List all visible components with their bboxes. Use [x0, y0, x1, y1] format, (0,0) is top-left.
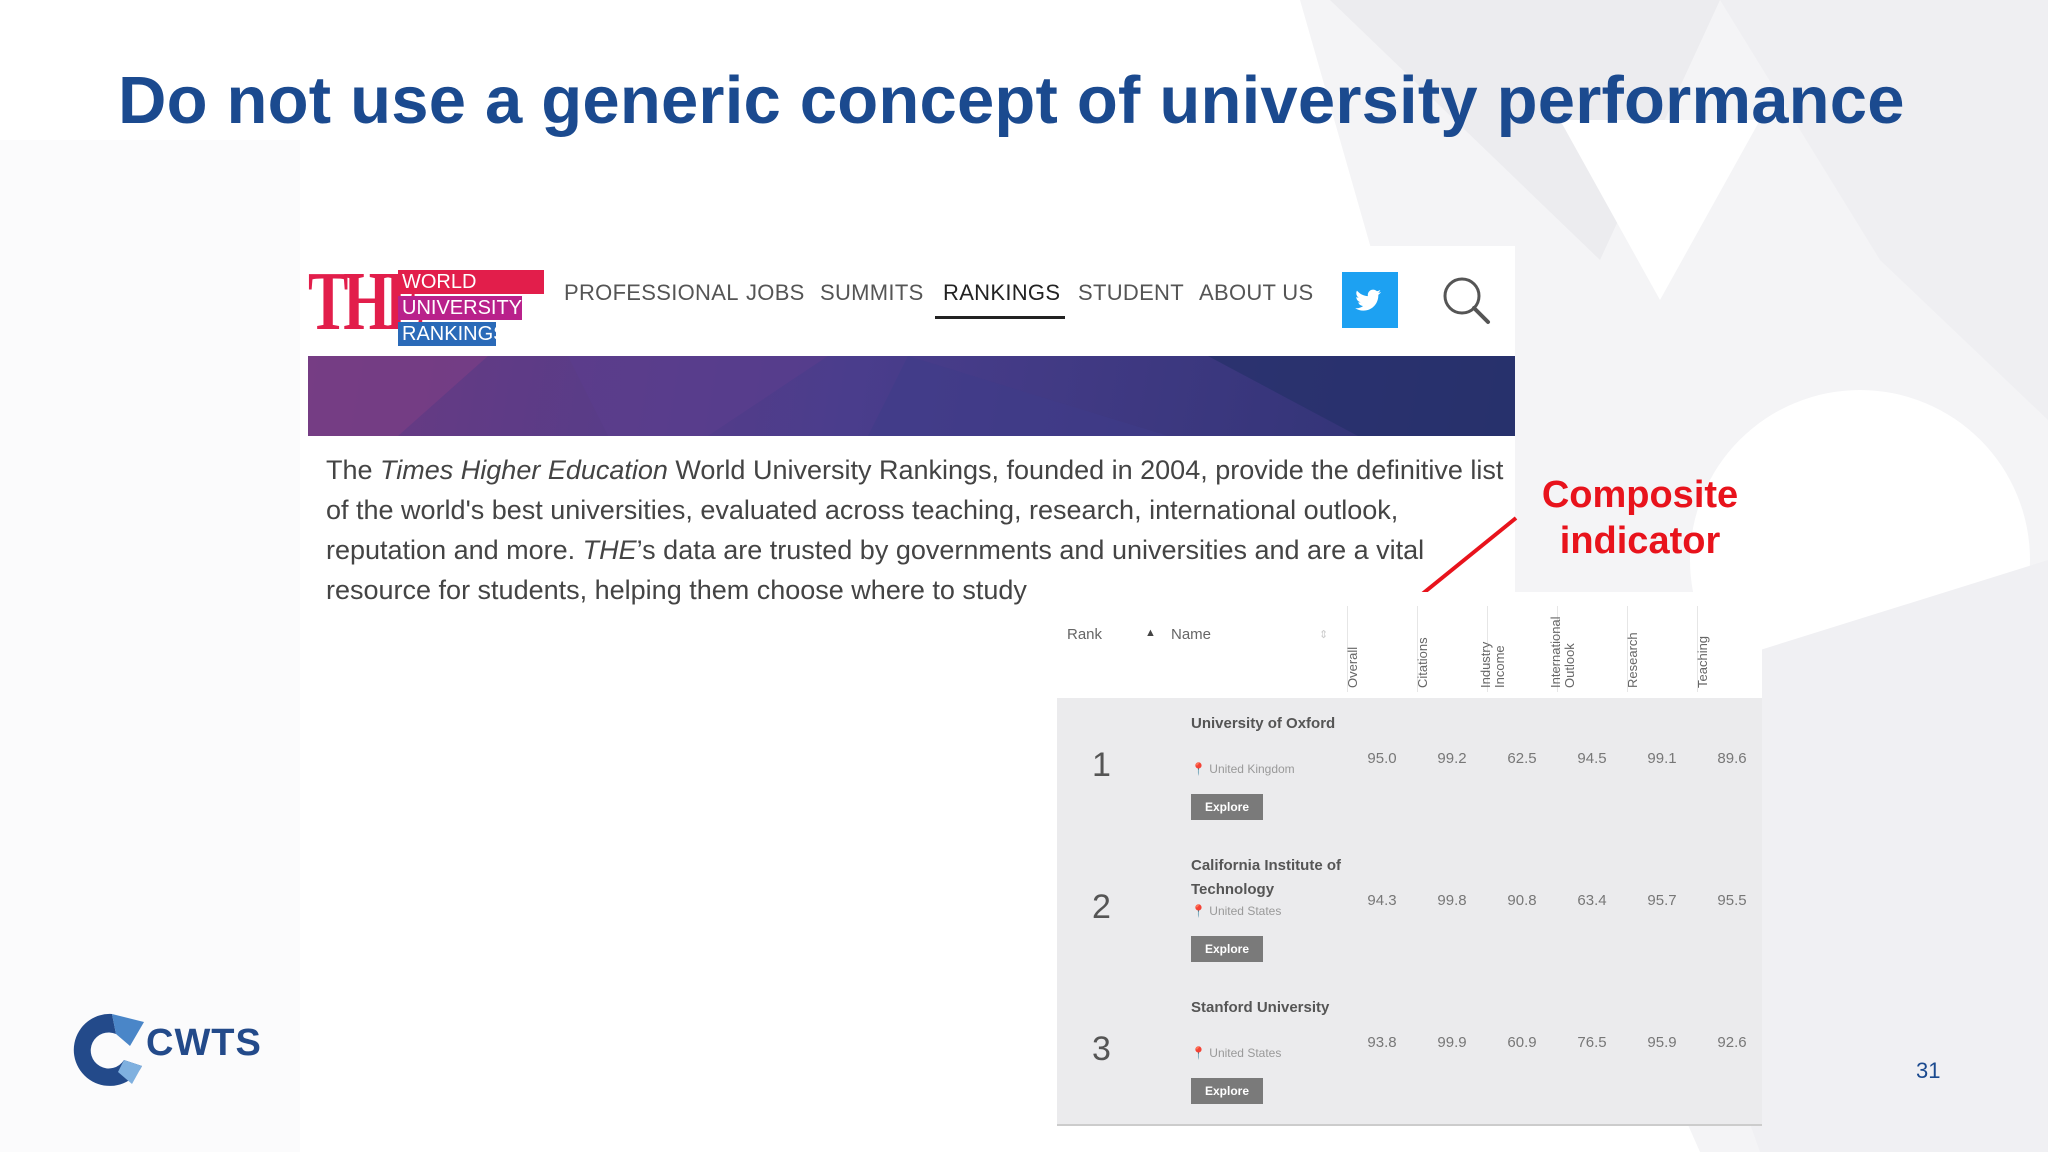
header-rank[interactable]: Rank: [1067, 626, 1102, 643]
location-pin-icon: 📍: [1191, 1046, 1206, 1060]
score-research: 95.7: [1647, 892, 1677, 909]
the-logo[interactable]: THE WORLD UNIVERSITY RANKINGS: [308, 260, 544, 346]
nav-student[interactable]: STUDENT: [1078, 280, 1184, 306]
nav-summits[interactable]: SUMMITS: [820, 280, 924, 306]
university-name[interactable]: California Institute of Technology: [1191, 854, 1341, 902]
slide-title: Do not use a generic concept of universi…: [118, 63, 1905, 138]
cwts-logo: CWTS: [72, 1010, 272, 1090]
score-teaching: 92.6: [1717, 1034, 1747, 1051]
twitter-button[interactable]: [1342, 272, 1398, 328]
explore-button[interactable]: Explore: [1191, 936, 1263, 962]
composite-indicator-annotation: Composite indicator: [1541, 474, 1739, 562]
logo-line-world: WORLD: [398, 270, 544, 294]
table-header: Rank ▲ Name ⇕ Overall Citations Industry…: [1057, 592, 1762, 699]
table-body: 1 University of Oxford 📍 United Kingdom …: [1057, 698, 1762, 1126]
sort-icon[interactable]: ▲: [1145, 627, 1156, 639]
score-industry-income: 90.8: [1507, 892, 1537, 909]
nav-active-underline: [935, 316, 1065, 319]
country-label: 📍 United Kingdom: [1191, 762, 1295, 776]
twitter-icon: [1355, 289, 1381, 311]
score-industry-income: 62.5: [1507, 750, 1537, 767]
score-research: 95.9: [1647, 1034, 1677, 1051]
table-row: 3 Stanford University 📍 United States Ex…: [1057, 982, 1762, 1124]
explore-button[interactable]: Explore: [1191, 794, 1263, 820]
cwts-logo-text: CWTS: [146, 1022, 262, 1064]
score-industry-income: 60.9: [1507, 1034, 1537, 1051]
location-pin-icon: 📍: [1191, 762, 1206, 776]
score-international-outlook: 63.4: [1577, 892, 1607, 909]
score-international-outlook: 76.5: [1577, 1034, 1607, 1051]
rankings-intro-text: The Times Higher Education World Univers…: [326, 455, 1504, 605]
score-teaching: 89.6: [1717, 750, 1747, 767]
country-label: 📍 United States: [1191, 1046, 1282, 1060]
nav-professional[interactable]: PROFESSIONAL: [564, 280, 739, 306]
header-teaching[interactable]: Teaching: [1695, 606, 1768, 692]
nav-about-us[interactable]: ABOUT US: [1199, 280, 1313, 306]
logo-line-university: UNIVERSITY: [398, 296, 522, 320]
score-overall: 93.8: [1367, 1034, 1397, 1051]
page-number: 31: [1916, 1058, 1941, 1083]
score-research: 99.1: [1647, 750, 1677, 767]
score-teaching: 95.5: [1717, 892, 1747, 909]
score-international-outlook: 94.5: [1577, 750, 1607, 767]
hero-banner: [308, 356, 1515, 436]
sort-icon[interactable]: ⇕: [1319, 628, 1328, 641]
score-citations: 99.9: [1437, 1034, 1467, 1051]
rank-value: 3: [1092, 1030, 1111, 1068]
nav-rankings[interactable]: RANKINGS: [943, 280, 1060, 306]
search-button[interactable]: [1440, 274, 1494, 328]
rank-value: 2: [1092, 888, 1111, 926]
the-website-screenshot: THE WORLD UNIVERSITY RANKINGS PROFESSION…: [300, 246, 1515, 634]
explore-button[interactable]: Explore: [1191, 1078, 1263, 1104]
university-name[interactable]: University of Oxford: [1191, 712, 1341, 736]
nav-jobs[interactable]: JOBS: [746, 280, 805, 306]
banner-pattern: [308, 356, 1515, 436]
header-name[interactable]: Name: [1171, 626, 1211, 643]
country-label: 📍 United States: [1191, 904, 1282, 918]
university-name[interactable]: Stanford University: [1191, 996, 1341, 1020]
table-row: 1 University of Oxford 📍 United Kingdom …: [1057, 698, 1762, 840]
search-icon: [1443, 277, 1490, 324]
location-pin-icon: 📍: [1191, 904, 1206, 918]
score-overall: 94.3: [1367, 892, 1397, 909]
score-overall: 95.0: [1367, 750, 1397, 767]
score-citations: 99.8: [1437, 892, 1467, 909]
rank-value: 1: [1092, 746, 1111, 784]
score-citations: 99.2: [1437, 750, 1467, 767]
table-row: 2 California Institute of Technology 📍 U…: [1057, 840, 1762, 982]
rankings-table: Rank ▲ Name ⇕ Overall Citations Industry…: [1052, 592, 1762, 1126]
cwts-logo-mark-icon: [73, 1013, 144, 1086]
logo-line-rankings: RANKINGS: [398, 322, 506, 346]
